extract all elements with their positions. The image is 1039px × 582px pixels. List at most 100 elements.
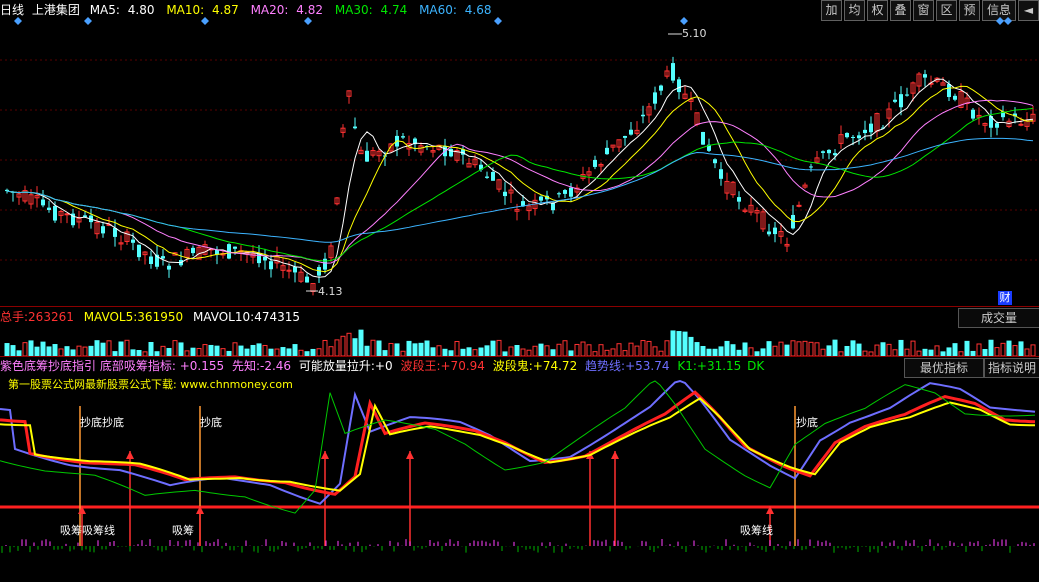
volume-bar (34, 346, 40, 356)
low-price-label: 4.13 (318, 285, 343, 298)
volume-bar (268, 348, 274, 356)
candle-body (569, 187, 573, 197)
volume-bar (322, 339, 328, 356)
volume-bar (784, 344, 790, 356)
volume-bar (802, 340, 808, 356)
candle-body (641, 114, 645, 117)
volume-bar (520, 348, 526, 356)
volume-bar (664, 340, 670, 356)
candle-body (305, 276, 309, 283)
candle-body (863, 129, 867, 134)
volume-bar (814, 342, 820, 356)
candle-body (503, 191, 507, 197)
indicator-chart[interactable] (0, 376, 1039, 582)
volume-bar (748, 347, 754, 356)
candle-body (773, 227, 777, 235)
volume-bar (442, 348, 448, 356)
ma5-line (6, 78, 1034, 278)
volume-bar (556, 343, 562, 356)
volume-bar (808, 341, 814, 356)
candle-body (869, 123, 873, 133)
candle-body (677, 79, 681, 93)
volume-bar (688, 336, 694, 356)
volume-bar (478, 347, 484, 356)
candle-body (485, 176, 489, 178)
volume-bar (460, 348, 466, 356)
candle-body (149, 256, 153, 265)
volume-bar (994, 347, 1000, 356)
indicator-help-button[interactable]: 指标说明 (984, 358, 1039, 378)
volume-bar (10, 345, 16, 356)
volume-bar (280, 347, 286, 356)
volume-bar (352, 338, 358, 356)
candle-body (809, 166, 813, 168)
candle-body (899, 94, 903, 108)
up-arrow-icon (611, 451, 619, 459)
volume-bar (100, 342, 106, 356)
candle-body (491, 172, 495, 181)
candle-body (845, 132, 849, 138)
candle-body (995, 123, 999, 128)
volume-button[interactable]: 成交量 (958, 308, 1039, 328)
volume-bar (952, 343, 958, 356)
volume-bar (880, 342, 886, 356)
candle-body (137, 244, 141, 258)
up-arrow-icon (406, 451, 414, 459)
candle-body (701, 131, 705, 145)
volume-bar (436, 345, 442, 356)
volume-bar (220, 348, 226, 356)
volume-bar (76, 345, 82, 356)
volume-bar (760, 348, 766, 356)
volume-bar (190, 347, 196, 356)
price-volume-divider (0, 306, 1039, 307)
volume-bar (370, 339, 376, 356)
volume-header: 总手:263261 MAVOL5:361950 MAVOL10:474315 (0, 310, 300, 324)
high-price-label: 5.10 (682, 27, 707, 40)
signal-diamond-icon (201, 17, 209, 25)
volume-bar (634, 345, 640, 356)
indicator-header: 紫色底筹抄底指引 底部吸筹指标: +0.155 先知:-2.46 可能放量拉升:… (0, 359, 765, 373)
volume-bar (826, 345, 832, 356)
candle-body (737, 197, 741, 202)
candle-body (401, 136, 405, 138)
price-chart[interactable] (0, 0, 1039, 306)
volume-bar (406, 340, 412, 356)
volume-bar (766, 341, 772, 356)
volume-bar (334, 339, 340, 356)
volume-bar (430, 347, 436, 356)
candle-body (191, 247, 195, 254)
volume-bar (466, 347, 472, 356)
volume-bar (640, 340, 646, 356)
candle-body (323, 258, 327, 270)
signal-diamond-icon (494, 17, 502, 25)
volume-bar (934, 345, 940, 356)
candle-body (47, 207, 51, 210)
volume-bar (22, 342, 28, 356)
financial-badge[interactable]: 财 (998, 291, 1012, 305)
volume-bar (172, 340, 178, 356)
volume-bar (202, 344, 208, 356)
chaodi-label-1: 抄底抄底 (80, 416, 124, 429)
candle-body (1018, 123, 1024, 126)
best-indicator-button[interactable]: 最优指标 (904, 358, 984, 378)
volume-bar (40, 341, 46, 356)
volume-bar (376, 340, 382, 356)
candle-body (827, 149, 831, 154)
volume-bar (898, 339, 904, 356)
boduanwang-line (0, 390, 1036, 496)
volume-bar (1012, 345, 1018, 356)
volume-chart[interactable] (0, 326, 1039, 356)
volume-bar (832, 339, 838, 356)
volume-bar (364, 345, 370, 356)
volume-bar (850, 340, 856, 356)
volume-bar (700, 345, 706, 356)
xuchou-label-1: 吸筹吸筹线 (60, 524, 115, 537)
candle-body (293, 266, 297, 273)
volume-bar (328, 346, 334, 356)
mavol5-value: 361950 (137, 310, 184, 324)
volume-bar (1006, 340, 1012, 356)
candle-body (53, 205, 57, 221)
volume-bar (1000, 342, 1006, 356)
volume-bar (562, 340, 568, 356)
candle-body (551, 202, 555, 211)
